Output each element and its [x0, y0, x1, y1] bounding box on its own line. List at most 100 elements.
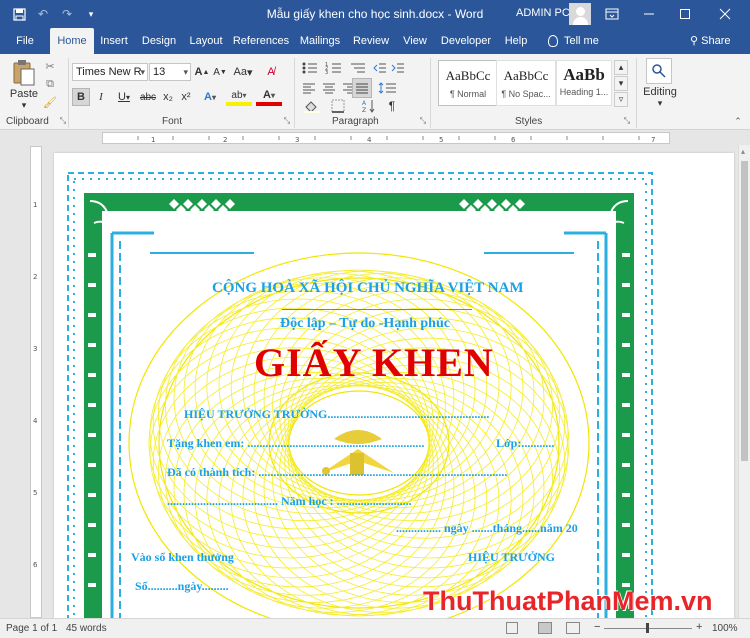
grow-font-icon[interactable]: A ▲ [194, 63, 210, 81]
borders-icon[interactable] [326, 98, 350, 114]
word-count[interactable]: 45 words [66, 623, 107, 634]
styles-launcher-icon[interactable]: ⤡ [622, 116, 632, 126]
customize-qat-icon[interactable]: ▾ [82, 5, 100, 23]
clipboard-launcher-icon[interactable]: ⤡ [58, 116, 68, 126]
font-size-combo[interactable]: 13 ▾ [149, 63, 191, 81]
avatar[interactable] [569, 3, 591, 25]
tab-references[interactable]: References [232, 28, 290, 54]
print-layout-icon[interactable] [538, 622, 552, 634]
tab-file[interactable]: File [8, 28, 42, 54]
justify-icon[interactable] [352, 78, 372, 98]
editing-dropdown-icon[interactable]: ▾ [655, 98, 665, 108]
bold-button[interactable]: B [72, 88, 90, 106]
lightbulb-icon [548, 35, 558, 48]
line-spacing-icon[interactable] [376, 80, 400, 96]
style-no-spacing[interactable]: AaBbCc ¶ No Spac... [496, 60, 556, 106]
ribbon-display-options-icon[interactable] [595, 0, 629, 28]
show-formatting-marks-icon[interactable]: ¶ [384, 98, 400, 114]
share-button[interactable]: ⚲ Share [690, 28, 730, 54]
styles-scroll-down-icon[interactable]: ▾ [614, 76, 628, 91]
tab-developer[interactable]: Developer [438, 28, 494, 54]
paste-button[interactable]: Paste [8, 88, 40, 100]
align-left-icon[interactable] [300, 80, 318, 96]
horizontal-ruler[interactable]: 1 2 3 4 5 6 7 [0, 131, 750, 145]
minimize-icon[interactable] [632, 0, 666, 28]
zoom-out-icon[interactable]: − [594, 621, 600, 633]
collapse-ribbon-icon[interactable]: ⌃ [732, 116, 744, 126]
close-icon[interactable] [708, 0, 742, 28]
zoom-level[interactable]: 100% [712, 623, 738, 634]
zoom-in-icon[interactable]: + [696, 621, 702, 633]
scrollbar-thumb[interactable] [741, 161, 748, 461]
title-bar: ↶ ↷ ▾ Mẫu giấy khen cho học sinh.docx - … [0, 0, 750, 28]
numbering-icon[interactable]: 123 [324, 60, 346, 76]
redo-icon[interactable]: ↷ [58, 5, 76, 23]
read-mode-icon[interactable] [506, 622, 518, 634]
save-icon[interactable] [10, 5, 28, 23]
clear-formatting-icon[interactable]: A̸ [262, 63, 280, 81]
maximize-icon[interactable] [668, 0, 702, 28]
user-name[interactable]: ADMIN PC [516, 7, 570, 19]
vertical-ruler[interactable]: 1 2 3 4 5 6 [30, 146, 42, 618]
tab-insert[interactable]: Insert [96, 28, 132, 54]
ribbon: Paste ▾ ✂ ⧉ 🖌 Clipboard ⤡ Times New R ▾ 1… [0, 54, 750, 130]
font-size-value: 13 [153, 66, 166, 78]
register-label: Vào sổ khen thưởng [131, 550, 234, 564]
decrease-indent-icon[interactable] [372, 60, 388, 76]
date-line: ............... ngày .......tháng......n… [396, 521, 578, 535]
italic-button[interactable]: I [92, 88, 110, 106]
font-color-button[interactable]: A ▾ [256, 88, 282, 106]
document-page[interactable]: CỘNG HOÀ XÃ HỘI CHỦ NGHĨA VIỆT NAM Độc l… [54, 153, 734, 618]
tab-review[interactable]: Review [350, 28, 392, 54]
font-launcher-icon[interactable]: ⤡ [282, 116, 292, 126]
tab-view[interactable]: View [398, 28, 432, 54]
document-canvas[interactable]: 123456 CỘNG HOÀ XÃ HỘI CHỦ NGHĨA VIỆT NA… [0, 145, 738, 618]
highlight-button[interactable]: ab ▾ [226, 88, 252, 106]
search-icon[interactable] [646, 58, 672, 84]
bullets-icon[interactable] [300, 60, 322, 76]
paste-icon[interactable] [10, 58, 38, 88]
zoom-slider-thumb[interactable] [646, 623, 649, 633]
svg-text:4: 4 [33, 417, 38, 425]
page-count[interactable]: Page 1 of 1 [6, 623, 57, 634]
shrink-font-icon[interactable]: A ▼ [212, 63, 228, 81]
svg-text:1: 1 [151, 136, 155, 143]
editing-button[interactable]: Editing [640, 86, 680, 98]
superscript-button[interactable]: x² [178, 88, 194, 106]
format-painter-icon[interactable]: 🖌 [42, 94, 58, 110]
tab-help[interactable]: Help [500, 28, 532, 54]
underline-button[interactable]: U ▾ [112, 88, 136, 106]
sort-icon[interactable]: AZ [360, 98, 378, 114]
shading-icon[interactable] [300, 98, 324, 114]
style-normal[interactable]: AaBbCc ¶ Normal [438, 60, 498, 106]
font-group-label: Font [162, 116, 183, 127]
tab-design[interactable]: Design [138, 28, 180, 54]
scroll-up-icon[interactable]: ▴ [741, 147, 748, 157]
change-case-icon[interactable]: Aa ▾ [232, 63, 254, 81]
tell-me-search[interactable]: Tell me [548, 28, 599, 54]
copy-icon[interactable]: ⧉ [42, 76, 58, 92]
styles-group-label: Styles [515, 116, 543, 127]
increase-indent-icon[interactable] [390, 60, 406, 76]
undo-icon[interactable]: ↶ [34, 5, 52, 23]
styles-scroll-up-icon[interactable]: ▴ [614, 60, 628, 75]
achievement-line: Đã có thành tích: ......................… [167, 465, 508, 479]
subscript-button[interactable]: x₂ [160, 88, 176, 106]
tab-layout[interactable]: Layout [186, 28, 226, 54]
vertical-scrollbar[interactable]: ▴ [738, 145, 750, 618]
align-center-icon[interactable] [320, 80, 338, 96]
styles-more-icon[interactable]: ▿ [614, 92, 628, 107]
multilevel-list-icon[interactable] [348, 60, 370, 76]
tab-mailings[interactable]: Mailings [296, 28, 344, 54]
style-heading-1[interactable]: AaBb Heading 1... [556, 60, 612, 106]
font-name-combo[interactable]: Times New R ▾ [72, 63, 148, 81]
paste-dropdown-icon[interactable]: ▾ [8, 100, 40, 110]
web-layout-icon[interactable] [566, 622, 580, 634]
svg-text:4: 4 [367, 136, 372, 143]
text-effects-button[interactable]: A ▾ [198, 88, 222, 106]
paragraph-launcher-icon[interactable]: ⤡ [418, 116, 428, 126]
cut-icon[interactable]: ✂ [42, 58, 58, 74]
tab-home[interactable]: Home [50, 28, 94, 54]
style-name: Heading 1... [559, 87, 609, 97]
strikethrough-button[interactable]: abc [138, 88, 158, 106]
